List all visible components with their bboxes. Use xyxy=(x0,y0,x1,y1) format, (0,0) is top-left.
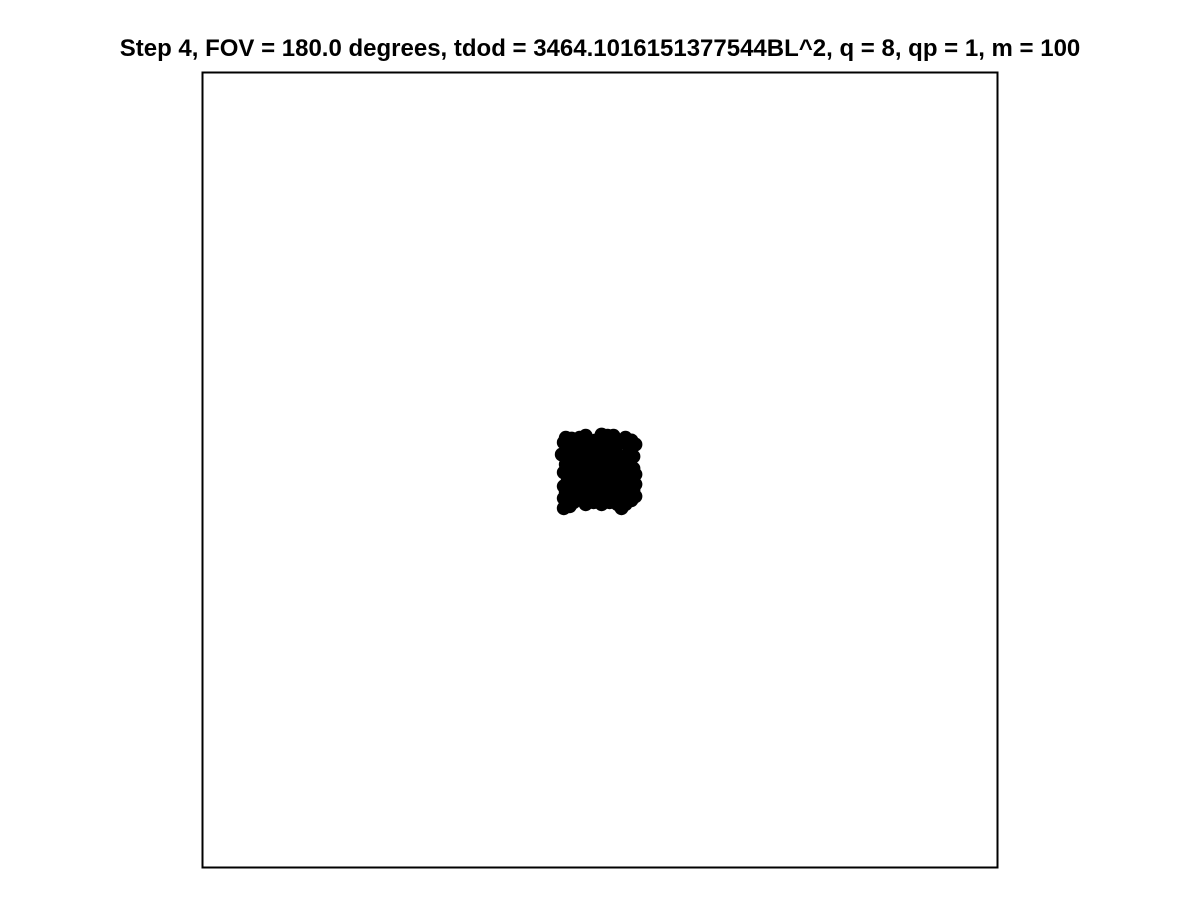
points-layer xyxy=(554,427,643,516)
data-point-21 xyxy=(628,437,643,452)
data-point-101 xyxy=(562,499,577,514)
data-point-102 xyxy=(614,501,629,516)
scatter-plot xyxy=(201,71,999,869)
